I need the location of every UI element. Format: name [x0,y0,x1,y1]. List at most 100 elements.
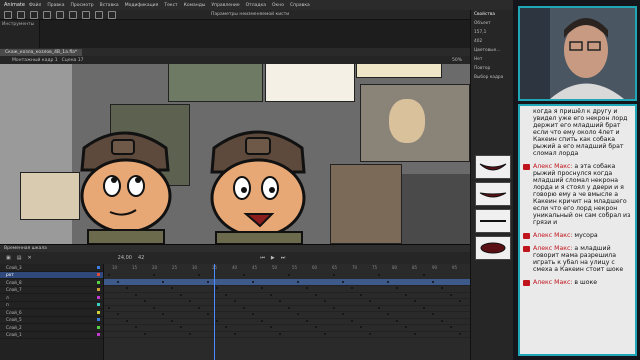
keyframe[interactable] [387,280,389,283]
keyframe[interactable] [207,280,209,283]
keyframe[interactable] [423,274,425,276]
keyframe[interactable] [270,326,272,328]
keyframe[interactable] [261,287,263,289]
keyframe[interactable] [315,293,317,296]
menu-item[interactable]: Окно [272,3,284,8]
layer-row[interactable]: Слой_7 [0,287,103,294]
keyframe[interactable] [279,332,281,335]
keyframe[interactable] [126,319,128,322]
keyframe[interactable] [432,280,434,283]
keyframe[interactable] [387,313,389,315]
keyframe[interactable] [117,313,119,315]
keyframe[interactable] [423,306,425,309]
menu-item[interactable]: Отладка [246,3,266,8]
folder-icon[interactable]: ▤ [17,255,22,261]
hand-tool-icon[interactable] [95,10,103,19]
keyframe[interactable] [324,300,326,302]
prop-row-none[interactable]: Нет [471,55,513,64]
keyframe[interactable] [207,313,209,315]
frame-value[interactable]: 42 [138,255,144,261]
selection-tool-icon[interactable] [4,10,12,19]
keyframe[interactable] [369,332,371,335]
keyframe[interactable] [189,332,191,335]
delete-icon[interactable]: ✕ [27,255,31,261]
scene-label[interactable]: Монтажный кадр 1 [12,58,58,63]
keyframe[interactable] [153,274,155,276]
mouth-thumb-4[interactable] [475,236,511,260]
menu-item[interactable]: Текст [164,3,177,8]
mouth-thumb-1[interactable] [475,155,511,179]
fps-value[interactable]: 24,00 [118,255,132,261]
layer-row[interactable]: Слой_3 [0,264,103,272]
keyframe[interactable] [378,274,380,276]
keyframe[interactable] [135,326,137,328]
keyframe[interactable] [450,326,452,328]
prop-row-frame-select[interactable]: Выбор кадра [471,73,513,82]
keyframe[interactable] [333,274,335,276]
fill-tool-icon[interactable] [82,10,90,19]
layer-color-swatch[interactable] [97,295,100,299]
keyframe[interactable] [117,280,119,283]
keyframe[interactable] [225,293,227,296]
keyframe[interactable] [369,300,371,302]
menu-item[interactable]: Просмотр [71,3,94,8]
keyframe[interactable] [144,300,146,302]
keyframe[interactable] [198,306,200,309]
keyframe[interactable] [171,319,173,322]
keyframe[interactable] [171,287,173,289]
keyframe[interactable] [297,280,299,283]
keyframe[interactable] [405,326,407,328]
layer-row[interactable]: п [0,302,103,309]
keyframe[interactable] [396,287,398,289]
menu-item[interactable]: Команды [184,3,206,8]
menu-item[interactable]: Справка [290,3,310,8]
keyframe[interactable] [405,293,407,296]
keyframe[interactable] [198,274,200,276]
frame-row[interactable] [104,331,470,338]
brush-tool-icon[interactable] [30,10,38,19]
layer-color-swatch[interactable] [97,273,100,277]
transform-tool-icon[interactable] [17,10,25,19]
prop-row-colors[interactable]: Цветовые... [471,46,513,55]
keyframe[interactable] [270,293,272,296]
text-tool-icon[interactable] [56,10,64,19]
keyframe[interactable] [441,287,443,289]
keyframe[interactable] [135,293,137,296]
keyframe[interactable] [351,287,353,289]
keyframe[interactable] [162,280,164,283]
layer-color-swatch[interactable] [97,288,100,292]
play-icon[interactable]: ▶ [271,255,275,261]
keyframe[interactable] [342,280,344,283]
keyframe[interactable] [450,293,452,296]
keyframe[interactable] [432,313,434,315]
keyframe[interactable] [108,306,110,309]
stage-area[interactable] [0,64,470,244]
keyframe[interactable] [126,287,128,289]
layer-row[interactable]: Слой_6 [0,309,103,317]
keyframe[interactable] [414,332,416,335]
mouth-thumb-2[interactable] [475,182,511,206]
keyframe[interactable] [261,319,263,322]
keyframe[interactable] [360,293,362,296]
layer-add-icon[interactable]: ▣ [6,255,11,261]
keyframe[interactable] [180,293,182,296]
prop-row-object[interactable]: Объект [471,19,513,28]
keyframe[interactable] [459,332,461,335]
keyframe[interactable] [144,332,146,335]
keyframe[interactable] [216,319,218,322]
layer-row[interactable]: рот [0,271,103,279]
keyframe[interactable] [324,332,326,335]
keyframe[interactable] [306,287,308,289]
pen-tool-icon[interactable] [43,10,51,19]
rewind-icon[interactable]: ⏮ [260,255,265,261]
frame-grid[interactable]: 101520253035404550556065707580859095 [104,264,470,360]
prop-row-repeat[interactable]: Повтор [471,64,513,73]
keyframe[interactable] [243,306,245,309]
prop-y[interactable]: 402 [471,37,513,46]
keyframe[interactable] [441,319,443,322]
keyframe[interactable] [360,326,362,328]
layer-row[interactable]: Слой_8 [0,279,103,287]
keyframe[interactable] [342,313,344,315]
keyframe[interactable] [306,319,308,322]
menu-item[interactable]: Модификация [125,3,159,8]
